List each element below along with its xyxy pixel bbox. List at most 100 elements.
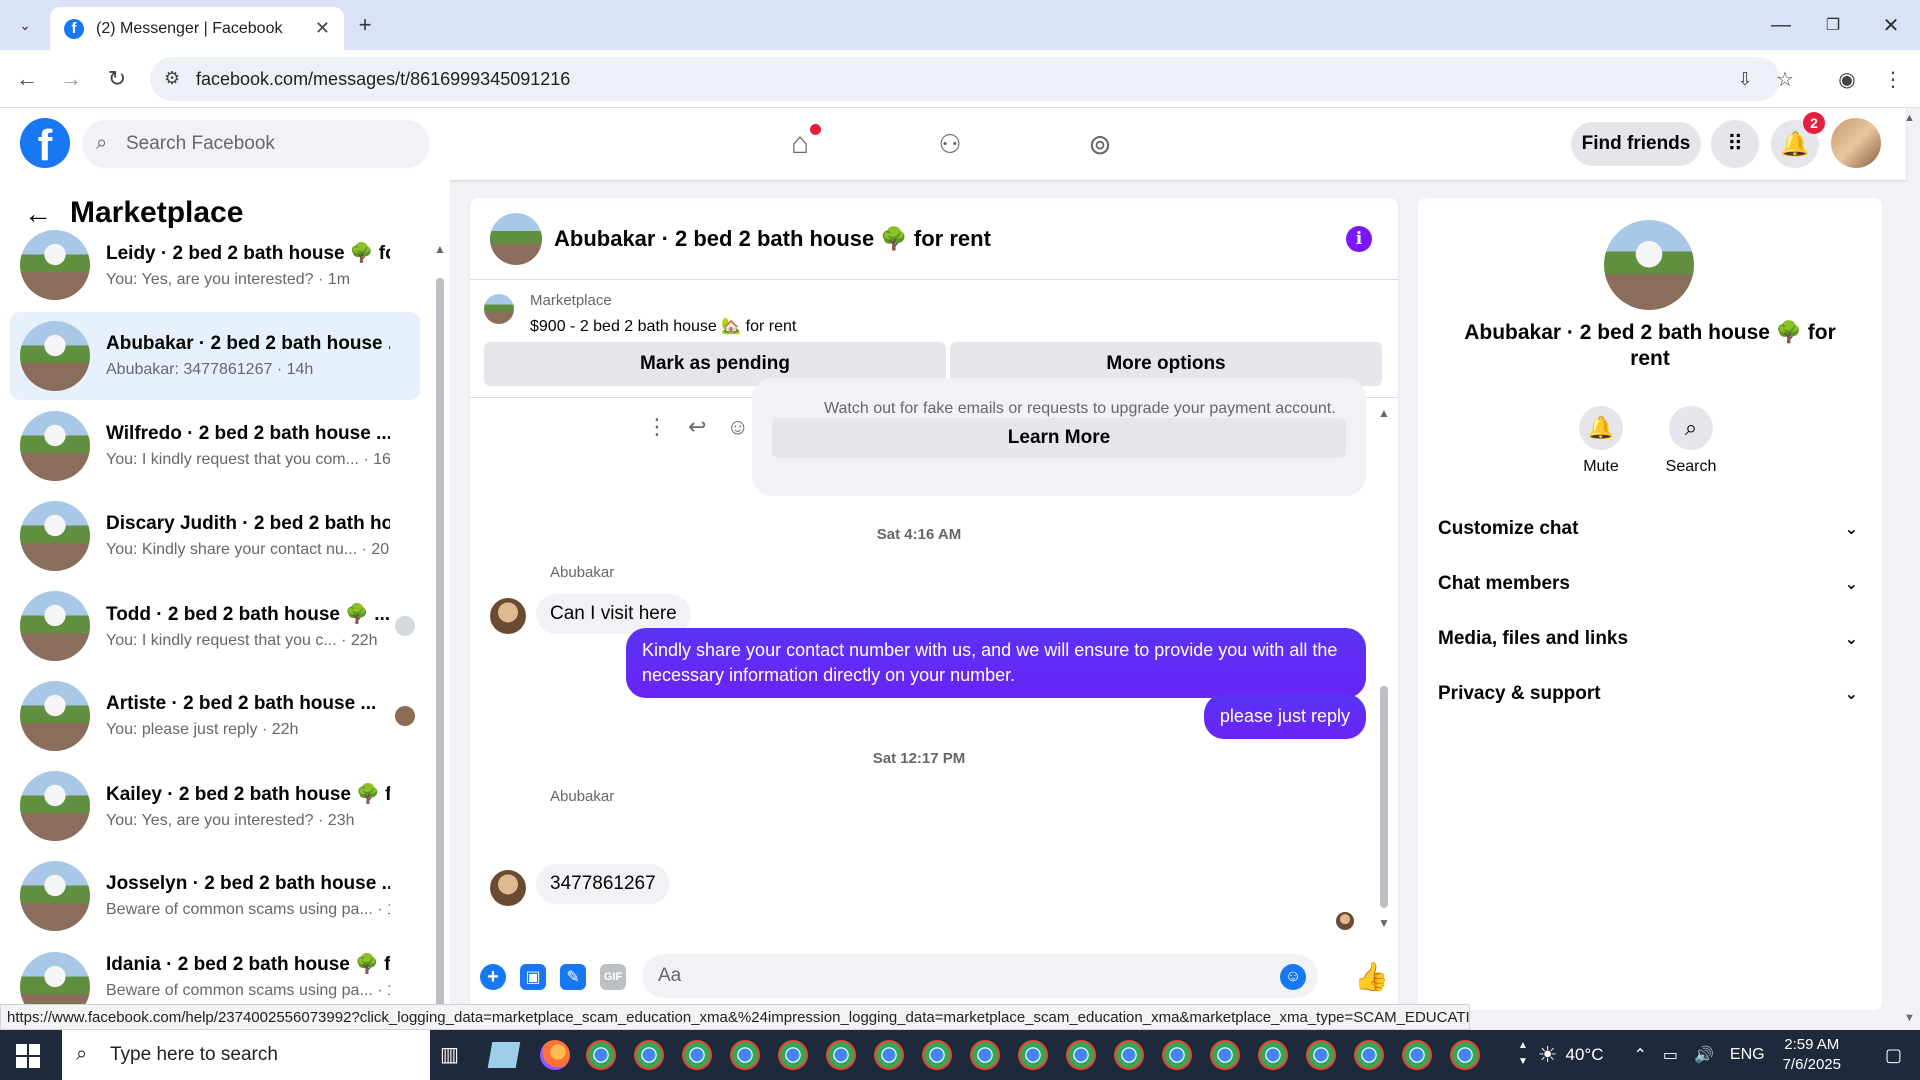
- reply-icon[interactable]: ↩: [688, 414, 706, 440]
- taskbar-search-input[interactable]: ⌕ Type here to search: [62, 1030, 430, 1080]
- listing-price[interactable]: $900 - 2 bed 2 bath house 🏡 for rent: [530, 316, 796, 336]
- chrome-icon[interactable]: [1450, 1040, 1480, 1070]
- menu-kebab-icon[interactable]: ⋮: [1878, 64, 1908, 94]
- scroll-up-arrow-icon[interactable]: ▲: [1378, 406, 1390, 420]
- conversation-item[interactable]: Idania · 2 bed 2 bath house 🌳 f... Beware…: [10, 942, 420, 1010]
- taskbar-overflow-arrows-icon[interactable]: ▲ ▼: [1518, 1038, 1528, 1070]
- chrome-icon[interactable]: [970, 1040, 1000, 1070]
- outgoing-message[interactable]: Kindly share your contact number with us…: [626, 628, 1366, 698]
- chrome-icon[interactable]: [778, 1040, 808, 1070]
- emoji-icon[interactable]: ☺: [1280, 964, 1306, 990]
- chrome-icon[interactable]: [1258, 1040, 1288, 1070]
- bookmark-star-icon[interactable]: ☆: [1770, 64, 1800, 94]
- conversation-item[interactable]: Todd · 2 bed 2 bath house 🌳 ... You: I ki…: [10, 582, 420, 670]
- attach-photo-icon[interactable]: ▣: [520, 964, 546, 990]
- firefox-icon[interactable]: [540, 1040, 570, 1070]
- search-icon[interactable]: ⌕: [1669, 406, 1713, 450]
- conversation-item[interactable]: Wilfredo · 2 bed 2 bath house ... You: I …: [10, 402, 420, 490]
- chrome-icon[interactable]: [634, 1040, 664, 1070]
- reload-icon[interactable]: ↻: [102, 64, 132, 94]
- outgoing-message[interactable]: please just reply: [1203, 694, 1366, 739]
- chat-scrollbar[interactable]: [1380, 686, 1388, 908]
- chrome-icon[interactable]: [1066, 1040, 1096, 1070]
- notification-center-icon[interactable]: ▢: [1885, 1045, 1902, 1066]
- show-hidden-icons-icon[interactable]: ⌃: [1633, 1045, 1646, 1065]
- bell-icon[interactable]: 🔔: [1579, 406, 1623, 450]
- close-window-icon[interactable]: ✕: [1876, 10, 1906, 40]
- temperature[interactable]: 40°C: [1565, 1045, 1603, 1065]
- search-action[interactable]: ⌕ Search: [1656, 406, 1726, 476]
- friends-icon[interactable]: ⚇: [920, 122, 980, 166]
- new-tab-icon[interactable]: +: [352, 12, 378, 38]
- chrome-icon[interactable]: [826, 1040, 856, 1070]
- find-friends-button[interactable]: Find friends: [1571, 122, 1701, 166]
- conversation-item[interactable]: Artiste · 2 bed 2 bath house ... You: ple…: [10, 672, 420, 760]
- chrome-icon[interactable]: [1306, 1040, 1336, 1070]
- more-kebab-icon[interactable]: ⋮: [646, 414, 668, 440]
- info-icon[interactable]: i: [1346, 226, 1372, 252]
- back-icon[interactable]: ←: [12, 64, 42, 94]
- media-files-links-row[interactable]: Media, files and links ⌄: [1438, 614, 1858, 664]
- chrome-icon[interactable]: [1114, 1040, 1144, 1070]
- tab-search-chevron-icon[interactable]: ⌄: [12, 12, 38, 38]
- windows-start-icon[interactable]: [16, 1044, 40, 1068]
- conversation-item[interactable]: Josselyn · 2 bed 2 bath house ... Beware …: [10, 852, 420, 940]
- home-icon[interactable]: ⌂: [770, 122, 830, 166]
- add-plus-icon[interactable]: +: [480, 964, 506, 990]
- scroll-up-arrow-icon[interactable]: ▲: [434, 242, 446, 256]
- incoming-message[interactable]: 3477861267: [536, 864, 670, 904]
- chrome-icon[interactable]: [586, 1040, 616, 1070]
- facebook-favicon-icon: f: [64, 18, 84, 39]
- chrome-icon[interactable]: [730, 1040, 760, 1070]
- restore-icon[interactable]: ❐: [1818, 10, 1848, 40]
- chrome-icon[interactable]: [1018, 1040, 1048, 1070]
- chrome-icon[interactable]: [1162, 1040, 1192, 1070]
- chrome-icon[interactable]: [1210, 1040, 1240, 1070]
- react-emoji-icon[interactable]: ☺: [726, 414, 748, 440]
- account-avatar[interactable]: [1831, 118, 1881, 168]
- back-arrow-icon[interactable]: ←: [24, 198, 52, 230]
- chrome-icon[interactable]: [874, 1040, 904, 1070]
- app-pinned-icon[interactable]: [487, 1042, 521, 1068]
- facebook-logo-icon[interactable]: f: [20, 118, 70, 168]
- conversation-item[interactable]: Leidy · 2 bed 2 bath house 🌳 fo... You: Y…: [10, 230, 420, 300]
- scroll-down-arrow-icon[interactable]: ▼: [1378, 916, 1390, 930]
- thumbs-up-icon[interactable]: 👍: [1354, 960, 1389, 993]
- minimize-icon[interactable]: —: [1766, 10, 1796, 40]
- customize-chat-row[interactable]: Customize chat ⌄: [1438, 504, 1858, 554]
- chrome-icon[interactable]: [1402, 1040, 1432, 1070]
- install-app-icon[interactable]: ⇩: [1730, 64, 1760, 94]
- conversation-item-selected[interactable]: Abubakar · 2 bed 2 bath house ... Abubaka…: [10, 312, 420, 400]
- conversation-item[interactable]: Discary Judith · 2 bed 2 bath ho... You: …: [10, 492, 420, 580]
- facebook-search-input[interactable]: ⌕ Search Facebook: [82, 120, 430, 168]
- learn-more-button[interactable]: Learn More: [772, 418, 1346, 458]
- address-bar[interactable]: ⚙ facebook.com/messages/t/86169993450912…: [150, 57, 1780, 101]
- chrome-icon[interactable]: [682, 1040, 712, 1070]
- forward-icon[interactable]: →: [56, 64, 86, 94]
- network-icon[interactable]: ▭: [1663, 1045, 1678, 1065]
- chat-members-row[interactable]: Chat members ⌄: [1438, 559, 1858, 609]
- menu-grid-icon[interactable]: ⠿: [1711, 120, 1759, 168]
- browser-tab[interactable]: f (2) Messenger | Facebook ✕: [50, 7, 344, 50]
- site-info-icon[interactable]: ⚙: [164, 68, 180, 89]
- message-input[interactable]: Aa ☺: [642, 954, 1318, 998]
- clock[interactable]: 2:59 AM 7/6/2025: [1783, 1035, 1841, 1075]
- gif-icon[interactable]: GIF: [600, 964, 626, 990]
- page-scroll-down-icon[interactable]: ▼: [1904, 1012, 1915, 1024]
- chrome-icon[interactable]: [922, 1040, 952, 1070]
- privacy-support-row[interactable]: Privacy & support ⌄: [1438, 669, 1858, 719]
- chat-title[interactable]: Abubakar · 2 bed 2 bath house 🌳 for rent: [554, 226, 991, 252]
- sticker-icon[interactable]: ✎: [560, 964, 586, 990]
- conversation-item[interactable]: Kailey · 2 bed 2 bath house 🌳 f... You: Y…: [10, 762, 420, 850]
- page-scroll-up-icon[interactable]: ▲: [1904, 112, 1915, 124]
- conversation-list-scrollbar[interactable]: [436, 278, 444, 1008]
- volume-icon[interactable]: 🔊: [1694, 1045, 1714, 1065]
- profile-icon[interactable]: ◉: [1832, 64, 1862, 94]
- mute-action[interactable]: 🔔 Mute: [1566, 406, 1636, 476]
- chrome-icon[interactable]: [1354, 1040, 1384, 1070]
- close-tab-icon[interactable]: ✕: [315, 18, 330, 39]
- groups-icon[interactable]: ⊚: [1070, 122, 1130, 166]
- weather-sun-icon[interactable]: ☀: [1538, 1042, 1558, 1068]
- language-indicator[interactable]: ENG: [1730, 1046, 1765, 1064]
- task-view-icon[interactable]: ▥: [440, 1042, 459, 1067]
